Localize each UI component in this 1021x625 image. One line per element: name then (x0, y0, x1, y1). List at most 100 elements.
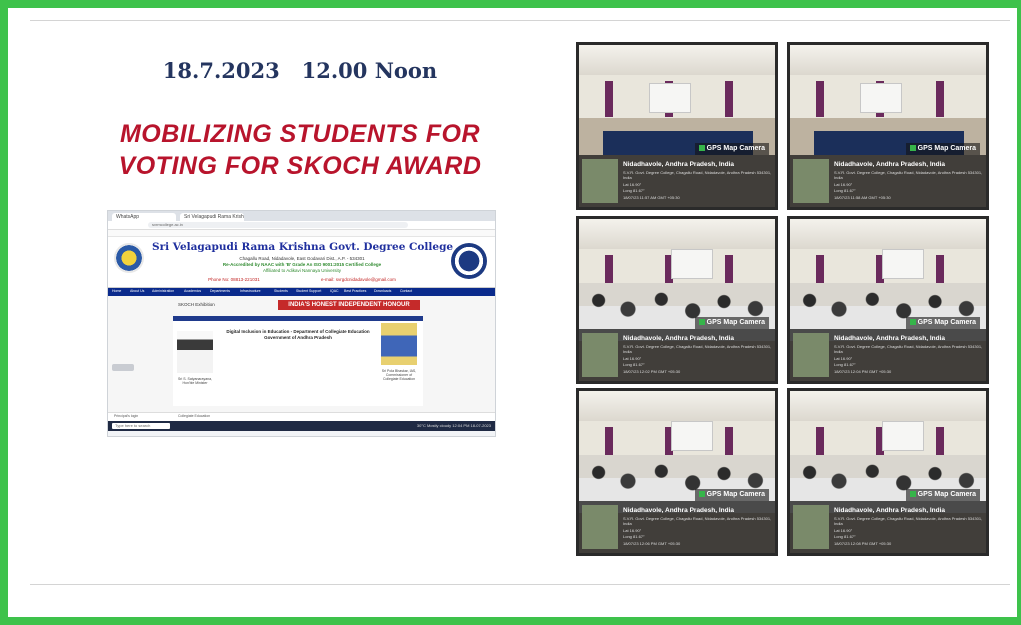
location-latitude: Lat 16.90° (834, 182, 853, 187)
college-phone: Phone No: 08813-221031 (208, 277, 260, 282)
event-date-time: 18.7.2023 12.00 Noon (162, 58, 438, 83)
location-address: S.V.R. Govt. Degree College, Chagallu Ro… (834, 516, 983, 526)
location-longitude: Long 81.67° (834, 534, 856, 539)
location-latitude: Lat 16.90° (834, 356, 853, 361)
location-title: Nidadhavole, Andhra Pradesh, India (834, 507, 946, 514)
college-name: Sri Velagapudi Rama Krishna Govt. Degree… (152, 241, 454, 253)
location-overlay: Nidadhavole, Andhra Pradesh, India S.V.R… (790, 155, 986, 207)
headline-line-1: MOBILIZING STUDENTS FOR (119, 120, 481, 148)
location-address: S.V.R. Govt. Degree College, Chagallu Ro… (623, 516, 772, 526)
location-timestamp: 18/07/23 12:08 PM GMT +05:30 (834, 541, 892, 546)
location-title: Nidadhavole, Andhra Pradesh, India (834, 161, 946, 168)
location-latitude: Lat 16.90° (623, 356, 642, 361)
college-website-screenshot: WhatsApp Sri Velagapudi Rama Krishna... … (107, 210, 496, 437)
download-item: Collegiate Education (178, 414, 211, 418)
event-headline: MOBILIZING STUDENTS FOR VOTING FOR SKOCH… (90, 118, 510, 182)
gps-camera-icon (698, 319, 705, 325)
projector-screen (882, 249, 924, 279)
top-divider (30, 20, 1010, 21)
college-address: Chagallu Road, Nidadavole, East Godavari… (239, 256, 365, 261)
taskbar-search: Type here to search (112, 423, 170, 429)
gps-label: GPS Map Camera (706, 145, 765, 152)
location-title: Nidadhavole, Andhra Pradesh, India (834, 335, 946, 342)
gps-label: GPS Map Camera (706, 491, 765, 498)
download-bar: Principal's login Collegiate Education (108, 412, 495, 421)
photo-ceiling (579, 219, 775, 249)
url-text: svrmcollege.ac.in (148, 222, 408, 228)
location-latitude: Lat 16.90° (623, 182, 642, 187)
location-longitude: Long 81.67° (623, 188, 645, 193)
photo-ceiling (790, 219, 986, 249)
location-overlay: Nidadhavole, Andhra Pradesh, India S.V.R… (790, 501, 986, 553)
location-longitude: Long 81.67° (834, 362, 856, 367)
announcement-panel: Sri S. Satyanarayana, Hon'ble Minister D… (173, 316, 423, 406)
location-overlay: Nidadhavole, Andhra Pradesh, India S.V.R… (790, 329, 986, 381)
gps-badge: GPS Map Camera (905, 143, 980, 155)
location-overlay: Nidadhavole, Andhra Pradesh, India S.V.R… (579, 329, 775, 381)
browser-tab-2: Sri Velagapudi Rama Krishna... (180, 213, 244, 221)
nav-item: Home (112, 289, 122, 293)
browser-tab-strip: WhatsApp Sri Velagapudi Rama Krishna... (108, 211, 495, 221)
side-button (112, 364, 134, 371)
gps-camera-icon (698, 491, 705, 497)
person-photo-right (381, 323, 417, 365)
nav-item: Administration (152, 289, 175, 293)
location-longitude: Long 81.67° (623, 534, 645, 539)
location-address: S.V.R. Govt. Degree College, Chagallu Ro… (834, 344, 983, 354)
college-header: Sri Velagapudi Rama Krishna Govt. Degree… (108, 237, 495, 288)
map-thumbnail (793, 333, 829, 377)
gps-label: GPS Map Camera (917, 319, 976, 326)
gps-badge: GPS Map Camera (694, 489, 769, 501)
location-overlay: Nidadhavole, Andhra Pradesh, India S.V.R… (579, 155, 775, 207)
location-longitude: Long 81.67° (623, 362, 645, 367)
person-caption-left: Sri S. Satyanarayana, Hon'ble Minister (177, 377, 213, 385)
location-timestamp: 18/07/23 11:58 AM GMT +05:30 (834, 195, 891, 200)
gps-badge: GPS Map Camera (694, 143, 769, 155)
nav-item: Departments (210, 289, 231, 293)
location-longitude: Long 81.67° (834, 188, 856, 193)
exhibition-label: SKOCH Exhibition (178, 302, 215, 307)
nav-item: IQAC (330, 289, 339, 293)
nav-item: About Us (130, 289, 145, 293)
person-caption-right: Sri Pola Bhaskar, IAS, Commissioner of C… (381, 369, 417, 381)
map-thumbnail (582, 159, 618, 203)
gps-camera-icon (909, 319, 916, 325)
location-title: Nidadhavole, Andhra Pradesh, India (623, 507, 735, 514)
headline-line-2: VOTING FOR SKOCH AWARD (118, 152, 482, 180)
gps-badge: GPS Map Camera (905, 317, 980, 329)
university-emblem (451, 243, 487, 279)
event-photo: GPS Map Camera Nidadhavole, Andhra Prade… (576, 216, 778, 384)
map-thumbnail (793, 505, 829, 549)
location-address: S.V.R. Govt. Degree College, Chagallu Ro… (834, 170, 983, 180)
projector-screen (882, 421, 924, 451)
photo-ceiling (790, 391, 986, 421)
college-contact: Phone No: 08813-221031 e-mail: svrgdcnid… (152, 277, 452, 282)
gps-camera-icon (909, 491, 916, 497)
site-navbar: Home About Us Administration Academics D… (108, 288, 495, 296)
event-photo: GPS Map Camera Nidadhavole, Andhra Prade… (576, 388, 778, 556)
marquee-banner: INDIA'S HONEST INDEPENDENT HONOUR (278, 300, 420, 310)
projector-screen (671, 421, 713, 451)
nav-item: Infrastructure (240, 289, 261, 293)
windows-taskbar: Type here to search 30°C Mostly cloudy 1… (108, 421, 495, 431)
person-photo-left (177, 331, 213, 373)
location-latitude: Lat 16.90° (834, 528, 853, 533)
location-timestamp: 18/07/23 12:04 PM GMT +05:30 (834, 369, 892, 374)
nav-item: Students (274, 289, 288, 293)
nav-item: Student Support (296, 289, 322, 293)
map-thumbnail (582, 333, 618, 377)
projector-screen (649, 83, 691, 113)
location-timestamp: 18/07/23 11:57 AM GMT +05:30 (623, 195, 680, 200)
photo-ceiling (790, 45, 986, 75)
projector-screen (671, 249, 713, 279)
nav-item: Downloads (374, 289, 392, 293)
gps-camera-icon (698, 145, 705, 151)
college-affiliation: Affiliated to Adikavi Nannaya University (263, 268, 341, 273)
nav-item: Best Practices (344, 289, 367, 293)
event-photo: GPS Map Camera Nidadhavole, Andhra Prade… (576, 42, 778, 210)
gps-badge: GPS Map Camera (694, 317, 769, 329)
location-title: Nidadhavole, Andhra Pradesh, India (623, 335, 735, 342)
browser-tab-1: WhatsApp (112, 213, 176, 221)
gps-label: GPS Map Camera (917, 145, 976, 152)
location-address: S.V.R. Govt. Degree College, Chagallu Ro… (623, 344, 772, 354)
